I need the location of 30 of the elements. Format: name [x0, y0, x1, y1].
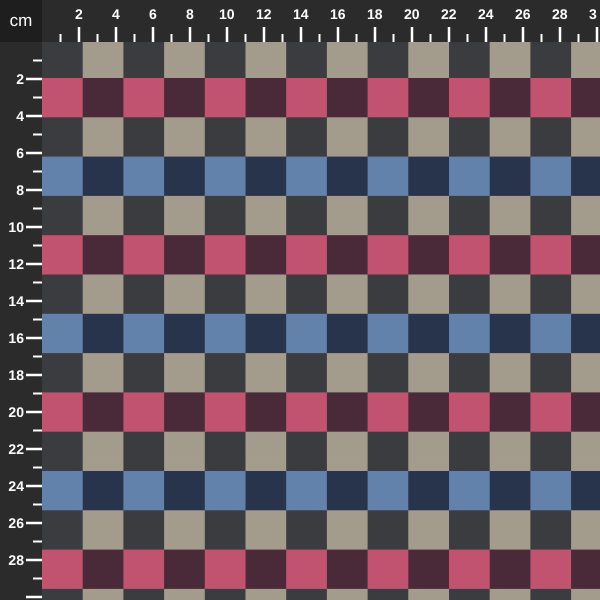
ruler-label: 18 — [367, 5, 383, 24]
ruler-label: 8 — [186, 5, 194, 24]
ruler-label: 22 — [7, 441, 24, 457]
ruler-label: 2 — [15, 71, 24, 87]
ruler-label: 4 — [112, 5, 120, 24]
ruler-label: 26 — [7, 515, 24, 531]
ruler-label: 10 — [219, 5, 235, 24]
ruler-label: 18 — [7, 367, 24, 383]
ruler-label: 10 — [7, 219, 24, 235]
ruler-label: 3 — [589, 5, 597, 24]
ruler-label: 28 — [552, 5, 568, 24]
ruler-label: 4 — [15, 108, 24, 124]
ruler-label: 12 — [256, 5, 272, 24]
ruler-label: 24 — [7, 478, 24, 494]
unit-label: cm — [10, 10, 32, 32]
ruler-label: 24 — [478, 5, 494, 24]
ruler-label: 16 — [7, 330, 24, 346]
ruler-label: 22 — [441, 5, 457, 24]
ruler-label: 16 — [330, 5, 346, 24]
ruler-label: 20 — [404, 5, 420, 24]
ruler-label: 2 — [75, 5, 83, 24]
ruler-label: 12 — [7, 256, 24, 272]
ruler-label: 6 — [15, 145, 24, 161]
ruler-label: 14 — [7, 293, 24, 309]
ruler-label: 14 — [293, 5, 309, 24]
ruler-label: 20 — [7, 404, 24, 420]
ruler-label: 28 — [7, 552, 24, 568]
ruler-label: 8 — [15, 182, 24, 198]
ruler-label: 26 — [515, 5, 531, 24]
ruler-label: 6 — [149, 5, 157, 24]
